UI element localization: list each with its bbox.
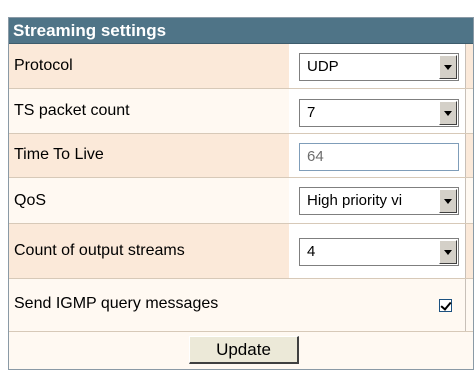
form-footer: Update [9,332,473,369]
protocol-select-value: UDP [307,58,339,75]
time-to-live-input-value: 64 [307,148,324,165]
column-divider [465,224,466,278]
igmp-query-checkbox[interactable] [439,299,452,312]
protocol-select[interactable]: UDP [299,53,459,81]
igmp-query-label: Send IGMP query messages [14,295,219,312]
qos-label: QoS [14,192,47,209]
ts-packet-count-select-value: 7 [307,104,316,121]
column-divider [465,89,466,133]
column-divider [465,178,466,223]
panel-header: Streaming settings [9,18,473,44]
chevron-down-icon[interactable] [439,189,457,213]
ts-packet-count-label: TS packet count [14,102,130,119]
column-divider [465,44,466,88]
output-streams-select-value: 4 [307,243,316,260]
output-streams-control-cell: 4 [289,224,465,278]
row-time-to-live: Time To Live 64 [9,134,473,178]
ts-packet-count-select[interactable]: 7 [299,99,459,127]
ts-packet-count-control-cell: 7 [289,89,465,133]
column-divider [465,134,466,177]
igmp-query-control-cell [289,279,465,331]
row-igmp-query: Send IGMP query messages [9,279,473,332]
row-protocol: Protocol UDP [9,44,473,89]
qos-control-cell: High priority vi [289,178,465,223]
update-button[interactable]: Update [189,336,299,364]
output-streams-label: Count of output streams [14,242,185,259]
qos-select[interactable]: High priority vi [299,187,459,215]
column-divider [465,279,466,331]
row-qos: QoS High priority vi [9,178,473,224]
protocol-control-cell: UDP [289,44,465,88]
row-output-streams: Count of output streams 4 [9,224,473,279]
qos-select-value: High priority vi [307,192,403,209]
panel-title: Streaming settings [13,21,167,40]
chevron-down-icon[interactable] [439,240,457,264]
time-to-live-label: Time To Live [14,146,104,163]
time-to-live-control-cell: 64 [289,134,465,177]
chevron-down-icon[interactable] [439,55,457,79]
protocol-label: Protocol [14,57,73,74]
output-streams-select[interactable]: 4 [299,238,459,266]
streaming-settings-panel: Streaming settings Protocol UDP TS packe… [8,17,474,370]
chevron-down-icon[interactable] [439,101,457,125]
time-to-live-input[interactable]: 64 [299,143,459,171]
row-ts-packet-count: TS packet count 7 [9,89,473,134]
